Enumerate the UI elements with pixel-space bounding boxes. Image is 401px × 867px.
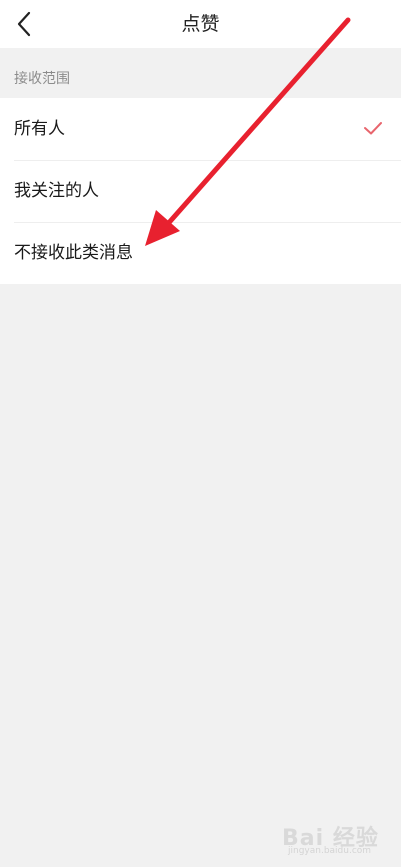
watermark-url: jingyan.baidu.com [288, 846, 372, 856]
section-label: 接收范围 [14, 71, 70, 87]
page-title: 点赞 [181, 13, 220, 35]
option-everyone[interactable]: 所有人 [0, 98, 401, 160]
option-label: 不接收此类消息 [14, 243, 133, 263]
option-list: 所有人 我关注的人 不接收此类消息 [0, 98, 401, 284]
option-label: 所有人 [14, 119, 65, 139]
section-header: 接收范围 [0, 48, 401, 98]
option-following[interactable]: 我关注的人 [0, 160, 401, 222]
top-nav-bar: 点赞 [0, 0, 401, 48]
watermark: Bai 经验 jingyan.baidu.com [282, 818, 392, 858]
option-none[interactable]: 不接收此类消息 [0, 222, 401, 284]
option-label: 我关注的人 [14, 181, 99, 201]
checkmark-icon [364, 122, 382, 135]
